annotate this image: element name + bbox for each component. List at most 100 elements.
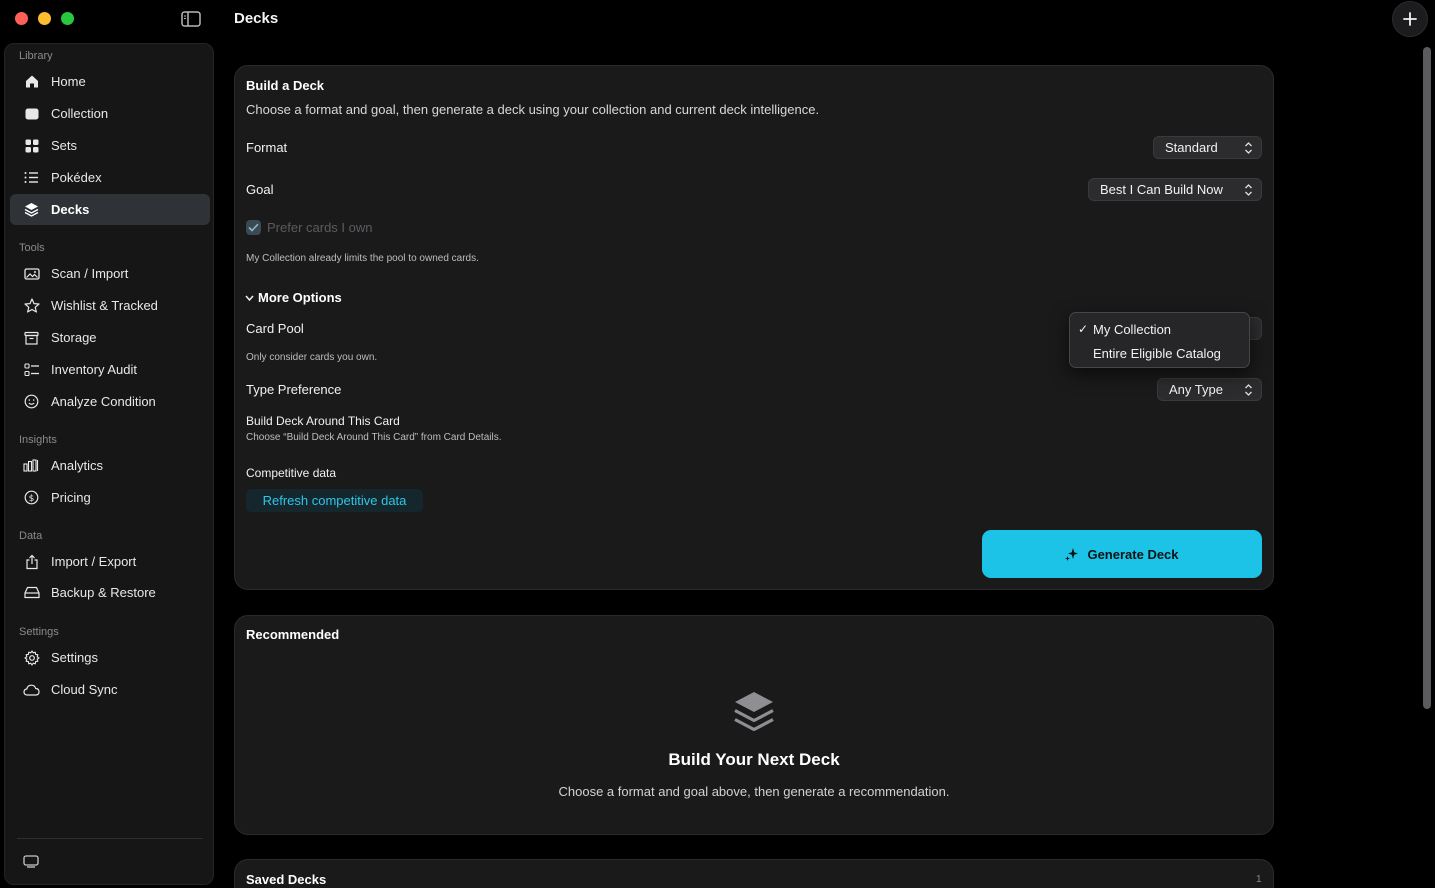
saved-decks-title: Saved Decks [246, 872, 327, 887]
format-select-value: Standard [1165, 140, 1218, 155]
section-title-settings: Settings [19, 626, 59, 638]
smiley-circle-icon [23, 393, 40, 410]
card-pool-menu: ✓ My Collection Entire Eligible Catalog [1069, 312, 1250, 368]
sidebar-item-label: Pokédex [51, 170, 102, 185]
close-window-button[interactable] [15, 12, 28, 25]
menu-item-my-collection[interactable]: My Collection [1093, 322, 1171, 337]
grid-icon [23, 137, 40, 154]
more-options-label: More Options [258, 290, 342, 305]
refresh-competitive-data-button[interactable]: Refresh competitive data [246, 489, 423, 512]
type-preference-label: Type Preference [246, 382, 342, 397]
dollar-circle-icon: $ [23, 489, 40, 506]
stack-icon [732, 690, 776, 736]
build-around-label: Build Deck Around This Card [246, 414, 400, 428]
add-button[interactable] [1392, 1, 1428, 37]
sidebar-item-decks[interactable]: Decks [10, 194, 210, 225]
sidebar-item-label: Home [51, 74, 86, 89]
prefer-owned-note: My Collection already limits the pool to… [246, 253, 479, 264]
bar-chart-icon [23, 457, 40, 474]
sidebar-item-label: Settings [51, 650, 98, 665]
sidebar-item-label: Analyze Condition [51, 394, 156, 409]
prefer-owned-label: Prefer cards I own [267, 220, 373, 235]
build-deck-title: Build a Deck [246, 78, 325, 93]
share-icon [23, 553, 40, 570]
sidebar-item-cloud-sync[interactable]: Cloud Sync [10, 674, 210, 705]
sidebar-item-home[interactable]: Home [10, 66, 210, 97]
section-title-tools: Tools [19, 242, 45, 254]
scrollbar-thumb[interactable] [1423, 47, 1431, 709]
tray-icon [23, 105, 40, 122]
section-title-insights: Insights [19, 434, 57, 446]
sidebar-item-label: Backup & Restore [51, 585, 156, 600]
goal-select-value: Best I Can Build Now [1100, 182, 1223, 197]
saved-decks-count: 1 [1256, 874, 1262, 885]
type-preference-select[interactable]: Any Type [1157, 378, 1262, 401]
sidebar-item-label: Storage [51, 330, 97, 345]
empty-state-text: Choose a format and goal above, then gen… [558, 784, 950, 799]
goal-select[interactable]: Best I Can Build Now [1088, 178, 1262, 201]
archive-box-icon [23, 329, 40, 346]
sidebar-toggle-icon[interactable] [180, 10, 202, 28]
build-deck-description: Choose a format and goal, then generate … [246, 102, 820, 117]
sidebar-item-import-export[interactable]: Import / Export [10, 546, 210, 577]
checklist-icon [23, 361, 40, 378]
chevron-down-icon [245, 295, 254, 301]
sidebar-item-settings[interactable]: Settings [10, 642, 210, 673]
list-icon [23, 169, 40, 186]
display-icon[interactable] [22, 854, 40, 868]
type-preference-value: Any Type [1169, 382, 1223, 397]
section-title-data: Data [19, 530, 43, 542]
chevron-updown-icon [1245, 142, 1252, 154]
minimize-window-button[interactable] [38, 12, 51, 25]
sidebar-item-scan-import[interactable]: Scan / Import [10, 258, 210, 289]
recommended-title: Recommended [246, 627, 340, 642]
page-title: Decks [234, 10, 279, 27]
card-pool-note: Only consider cards you own. [246, 352, 378, 363]
sidebar-item-label: Inventory Audit [51, 362, 137, 377]
sidebar-item-inventory-audit[interactable]: Inventory Audit [10, 354, 210, 385]
sidebar-item-label: Collection [51, 106, 109, 121]
sidebar-item-storage[interactable]: Storage [10, 322, 210, 353]
more-options-disclosure[interactable]: More Options [245, 290, 342, 305]
gear-icon [23, 649, 40, 666]
sidebar-item-collection[interactable]: Collection [10, 98, 210, 129]
card-pool-label: Card Pool [246, 321, 304, 336]
house-icon [23, 73, 40, 90]
svg-text:$: $ [29, 494, 35, 504]
menu-item-entire-eligible-catalog[interactable]: Entire Eligible Catalog [1093, 346, 1221, 361]
star-icon [23, 297, 40, 314]
sidebar-item-backup-restore[interactable]: Backup & Restore [10, 577, 210, 608]
sidebar-item-analyze-condition[interactable]: Analyze Condition [10, 386, 210, 417]
checkmark-icon [248, 223, 259, 232]
sidebar-item-sets[interactable]: Sets [10, 130, 210, 161]
sidebar-divider [17, 838, 203, 839]
cloud-icon [23, 681, 40, 698]
generate-deck-label: Generate Deck [1087, 546, 1179, 562]
sidebar-item-pricing[interactable]: $ Pricing [10, 482, 210, 513]
build-around-note: Choose “Build Deck Around This Card” fro… [246, 432, 502, 443]
generate-deck-button[interactable]: Generate Deck [982, 530, 1262, 578]
sidebar-item-label: Wishlist & Tracked [51, 298, 158, 313]
competitive-data-label: Competitive data [246, 466, 337, 480]
zoom-window-button[interactable] [61, 12, 74, 25]
drive-icon [23, 584, 40, 601]
sidebar-item-analytics[interactable]: Analytics [10, 450, 210, 481]
sidebar-item-pokedex[interactable]: Pokédex [10, 162, 210, 193]
saved-decks-card [234, 859, 1274, 888]
sidebar-item-label: Pricing [51, 490, 91, 505]
sparkles-icon [1065, 548, 1079, 561]
format-select[interactable]: Standard [1153, 136, 1262, 159]
sidebar-item-wishlist[interactable]: Wishlist & Tracked [10, 290, 210, 321]
sidebar-item-label: Scan / Import [51, 266, 129, 281]
sidebar-item-label: Import / Export [51, 554, 137, 569]
plus-icon [1403, 12, 1417, 26]
goal-label: Goal [246, 182, 274, 197]
checkmark-icon: ✓ [1078, 322, 1089, 336]
photo-icon [23, 265, 40, 282]
sidebar: Library Home Collection Sets Pokédex Dec… [4, 43, 214, 885]
sidebar-item-label: Sets [51, 138, 78, 153]
prefer-owned-checkbox[interactable] [246, 220, 261, 235]
stack-icon [23, 201, 40, 218]
chevron-updown-icon [1245, 184, 1252, 196]
sidebar-item-label: Cloud Sync [51, 682, 118, 697]
